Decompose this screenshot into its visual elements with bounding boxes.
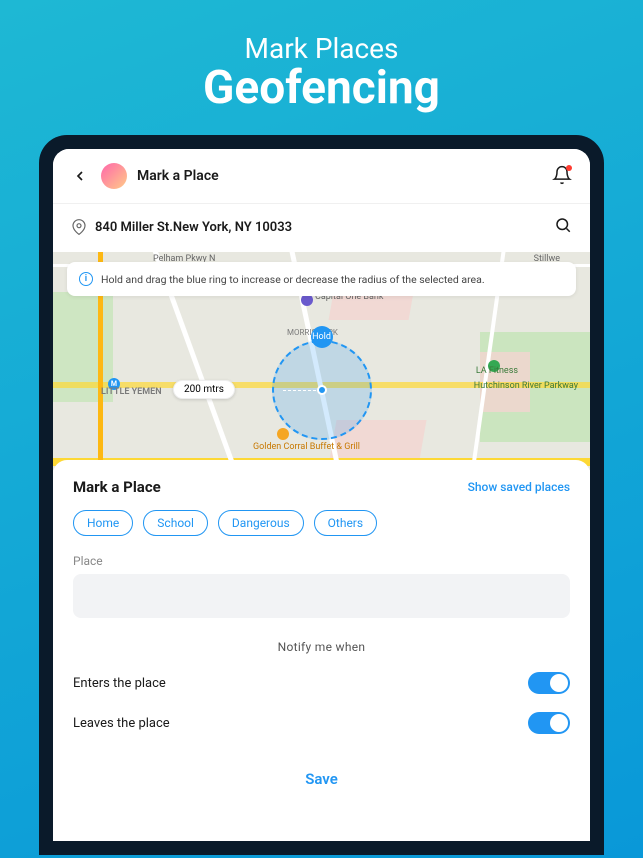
device-frame: Mark a Place 840 Miller St.New York, NY …	[39, 135, 604, 855]
geofence-ring[interactable]: Hold	[272, 340, 372, 440]
distance-badge: 200 mtrs	[173, 380, 235, 399]
notification-dot-icon	[566, 165, 572, 171]
hold-handle[interactable]: Hold	[311, 326, 333, 348]
place-field-label: Place	[73, 554, 570, 568]
bottom-sheet: Mark a Place Show saved places Home Scho…	[53, 460, 590, 841]
map-label-food: Golden Corral Buffet & Grill	[253, 442, 360, 452]
chip-school[interactable]: School	[143, 510, 208, 536]
enters-row: Enters the place	[73, 672, 570, 694]
chip-others[interactable]: Others	[314, 510, 377, 536]
enters-toggle[interactable]	[528, 672, 570, 694]
notify-header: Notify me when	[73, 640, 570, 654]
leaves-toggle[interactable]	[528, 712, 570, 734]
leaves-row: Leaves the place	[73, 712, 570, 734]
promo-header: Mark Places Geofencing	[0, 0, 643, 135]
leaves-label: Leaves the place	[73, 716, 170, 731]
notifications-button[interactable]	[552, 165, 574, 187]
chevron-left-icon	[72, 168, 88, 184]
sheet-header: Mark a Place Show saved places	[73, 478, 570, 496]
category-chips: Home School Dangerous Others	[73, 510, 570, 536]
app-header: Mark a Place	[53, 149, 590, 203]
restaurant-poi-icon	[277, 428, 289, 440]
search-icon	[554, 216, 572, 234]
back-button[interactable]	[69, 165, 91, 187]
app-screen: Mark a Place 840 Miller St.New York, NY …	[53, 149, 590, 841]
promo-title: Geofencing	[0, 61, 643, 115]
hint-card: i Hold and drag the blue ring to increas…	[67, 262, 576, 296]
address-text: 840 Miller St.New York, NY 10033	[95, 220, 292, 235]
geofence-center-icon	[317, 385, 327, 395]
sheet-title: Mark a Place	[73, 478, 161, 496]
location-pin-icon	[71, 219, 87, 235]
enters-label: Enters the place	[73, 676, 166, 691]
map-label-neighborhood: LITTLE YEMEN	[101, 387, 162, 397]
page-title: Mark a Place	[137, 168, 219, 184]
search-button[interactable]	[554, 216, 572, 238]
address-bar: 840 Miller St.New York, NY 10033	[53, 203, 590, 252]
chip-home[interactable]: Home	[73, 510, 133, 536]
map-view[interactable]: M Pelham Pkwy N LITTLE YEMEN Capital One…	[53, 252, 590, 470]
save-button[interactable]: Save	[73, 760, 570, 798]
map-label-park-right: Hutchinson River Parkway	[474, 382, 578, 392]
hint-text: Hold and drag the blue ring to increase …	[101, 273, 485, 286]
place-input[interactable]	[73, 574, 570, 618]
info-icon: i	[79, 272, 93, 286]
show-saved-places-link[interactable]: Show saved places	[468, 480, 570, 494]
chip-dangerous[interactable]: Dangerous	[218, 510, 304, 536]
avatar[interactable]	[101, 163, 127, 189]
map-label-gym: LA Fitness	[476, 366, 518, 376]
